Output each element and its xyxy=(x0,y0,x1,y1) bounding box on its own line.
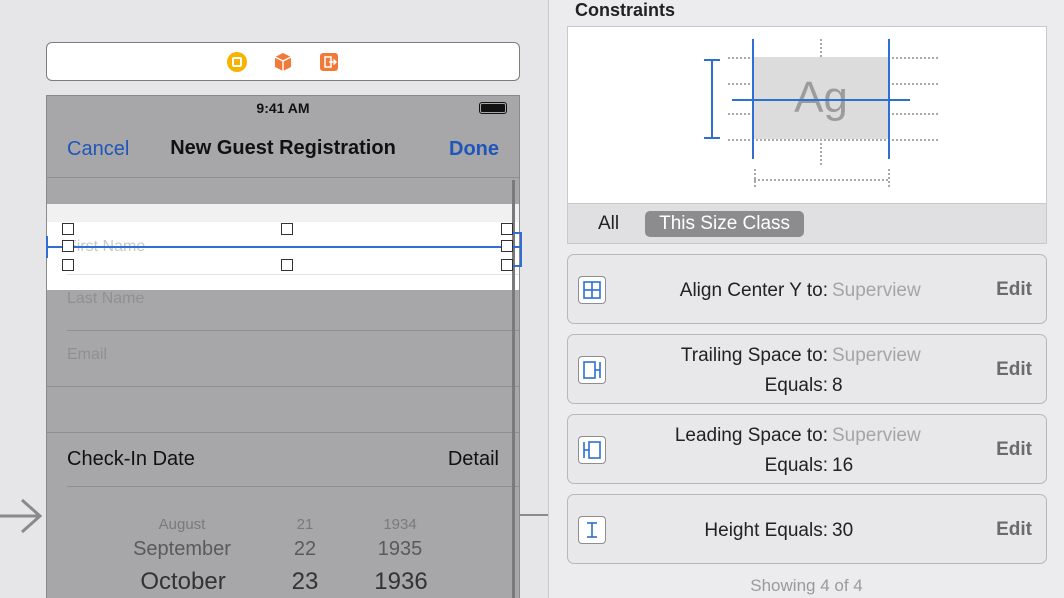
view-controller-icon[interactable] xyxy=(226,51,248,73)
cell-separator xyxy=(67,330,519,331)
email-cell[interactable]: Email xyxy=(47,346,519,401)
guest-registration-scene[interactable]: 9:41 AM Cancel New Guest Registration Do… xyxy=(46,95,520,598)
constraint-constant: 30 xyxy=(832,520,854,541)
height-guide xyxy=(704,59,720,61)
size-class-segmented-control: All This Size Class xyxy=(567,204,1047,244)
resize-handle[interactable] xyxy=(501,240,513,252)
status-time: 9:41 AM xyxy=(256,100,310,116)
trailing-guide xyxy=(888,39,890,159)
segment-all[interactable]: All xyxy=(598,213,619,235)
guide-line xyxy=(888,169,890,187)
picker-month-item: October xyxy=(140,568,226,595)
resize-handle[interactable] xyxy=(281,259,293,271)
leading-space-icon xyxy=(578,436,606,464)
email-field[interactable]: Email xyxy=(67,346,107,364)
size-inspector: Constraints Ag All This Size Class Align… xyxy=(548,0,1064,598)
constraint-constant: 8 xyxy=(832,375,843,396)
picker-year-item: 1936 xyxy=(374,568,428,595)
cancel-button[interactable]: Cancel xyxy=(67,138,129,161)
trailing-constraint-marker xyxy=(520,232,522,266)
preview-sample-view: Ag xyxy=(754,57,888,139)
section-separator xyxy=(47,432,519,433)
first-responder-icon[interactable] xyxy=(272,51,294,73)
storyboard-canvas[interactable]: 9:41 AM Cancel New Guest Registration Do… xyxy=(0,0,548,598)
leading-constraint-marker xyxy=(46,236,48,258)
edit-button[interactable]: Edit xyxy=(996,439,1032,461)
resize-handle[interactable] xyxy=(501,223,513,235)
constraint-label: Leading Space to: xyxy=(674,425,828,446)
picker-month-item: August xyxy=(158,516,206,533)
constraint-equals-label: Equals: xyxy=(764,455,828,476)
height-guide xyxy=(704,137,720,139)
cell-separator xyxy=(67,274,519,275)
constraint-target: Superview xyxy=(832,280,921,301)
constraint-leading-space[interactable]: Leading Space to: Superview Equals: 16 E… xyxy=(567,414,1047,484)
constraint-label: Trailing Space to: xyxy=(680,345,828,366)
picker-day-item: 21 xyxy=(296,516,314,533)
constraint-label: Align Center Y to: xyxy=(679,280,828,301)
picker-day-item: 23 xyxy=(291,568,319,595)
constraint-target: Superview xyxy=(832,425,921,446)
status-bar: 9:41 AM xyxy=(47,96,519,120)
constraint-label: Height Equals: xyxy=(704,520,828,541)
constraint-constant: 16 xyxy=(832,455,854,476)
cell-separator xyxy=(67,486,519,487)
leading-guide xyxy=(752,39,754,159)
battery-icon xyxy=(479,102,507,114)
align-center-y-icon xyxy=(578,276,606,304)
constraint-count: Showing 4 of 4 xyxy=(750,576,863,595)
check-in-date-label: Check-In Date xyxy=(67,448,195,470)
picker-year-item: 1934 xyxy=(383,516,417,533)
segue-connector xyxy=(520,514,548,516)
edit-button[interactable]: Edit xyxy=(996,359,1032,381)
last-name-field[interactable]: Last Name xyxy=(67,290,144,308)
section-header xyxy=(47,204,519,222)
constraint-trailing-space[interactable]: Trailing Space to: Superview Equals: 8 E… xyxy=(567,334,1047,404)
resize-handle[interactable] xyxy=(501,259,513,271)
check-in-date-detail: Detail xyxy=(447,448,499,470)
segment-this-size-class[interactable]: This Size Class xyxy=(645,210,805,237)
exit-icon[interactable] xyxy=(318,51,340,73)
resize-handle[interactable] xyxy=(62,240,74,252)
picker-month-item: September xyxy=(133,538,231,560)
done-button[interactable]: Done xyxy=(449,138,499,161)
trailing-constraint-marker xyxy=(512,265,522,267)
scene-dock xyxy=(46,42,520,81)
guide-line xyxy=(728,139,938,141)
center-y-guide xyxy=(732,99,910,101)
section-separator xyxy=(47,386,519,387)
height-icon xyxy=(578,516,606,544)
guide-line xyxy=(754,169,756,187)
edit-button[interactable]: Edit xyxy=(996,519,1032,541)
resize-handle[interactable] xyxy=(62,223,74,235)
trailing-constraint-marker xyxy=(512,232,522,234)
edit-button[interactable]: Edit xyxy=(996,279,1032,301)
center-y-constraint-line xyxy=(46,246,520,248)
picker-year-item: 1935 xyxy=(377,538,423,560)
navigation-bar: Cancel New Guest Registration Done xyxy=(47,120,519,178)
picker-day-item: 22 xyxy=(293,538,317,560)
trailing-space-icon xyxy=(578,356,606,384)
last-name-cell[interactable]: Last Name xyxy=(47,290,519,345)
constraint-preview: Ag xyxy=(567,26,1047,204)
constraint-equals-label: Equals: xyxy=(764,375,828,396)
constraint-height[interactable]: Height Equals: 30 Edit xyxy=(567,494,1047,564)
initial-view-controller-arrow-icon xyxy=(0,498,43,534)
height-guide xyxy=(711,59,713,139)
constraint-target: Superview xyxy=(832,345,921,366)
constraints-heading: Constraints xyxy=(575,0,676,20)
resize-handle[interactable] xyxy=(281,223,293,235)
guide-line xyxy=(754,179,888,181)
resize-handle[interactable] xyxy=(62,259,74,271)
constraint-align-center-y[interactable]: Align Center Y to: Superview Edit xyxy=(567,254,1047,324)
